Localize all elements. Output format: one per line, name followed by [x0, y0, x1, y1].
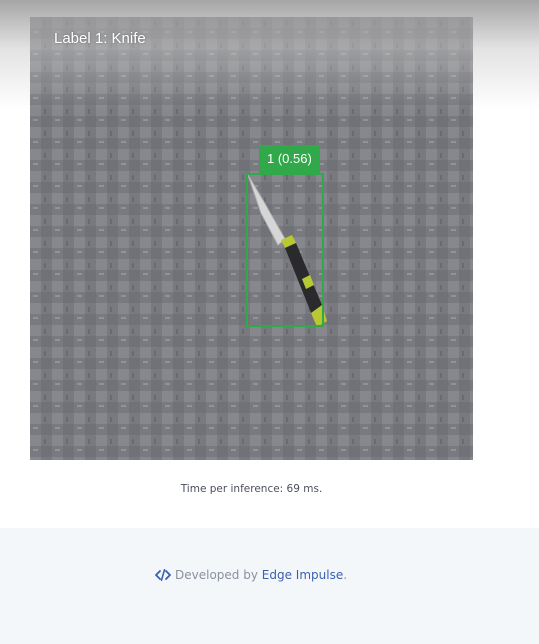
bounding-box-tag: 1 (0.56) — [259, 145, 320, 173]
code-icon — [155, 569, 171, 584]
developed-by-text: Developed by — [175, 568, 258, 582]
footer-suffix: . — [343, 568, 348, 582]
footer-credit: Developed by Edge Impulse. — [155, 568, 347, 584]
detection-label: Label 1: Knife — [54, 30, 146, 47]
inference-time: Time per inference: 69 ms. — [180, 483, 323, 495]
bounding-box — [246, 173, 324, 327]
footer: Developed by Edge Impulse. — [0, 528, 539, 644]
edge-impulse-link[interactable]: Edge Impulse — [262, 568, 343, 582]
